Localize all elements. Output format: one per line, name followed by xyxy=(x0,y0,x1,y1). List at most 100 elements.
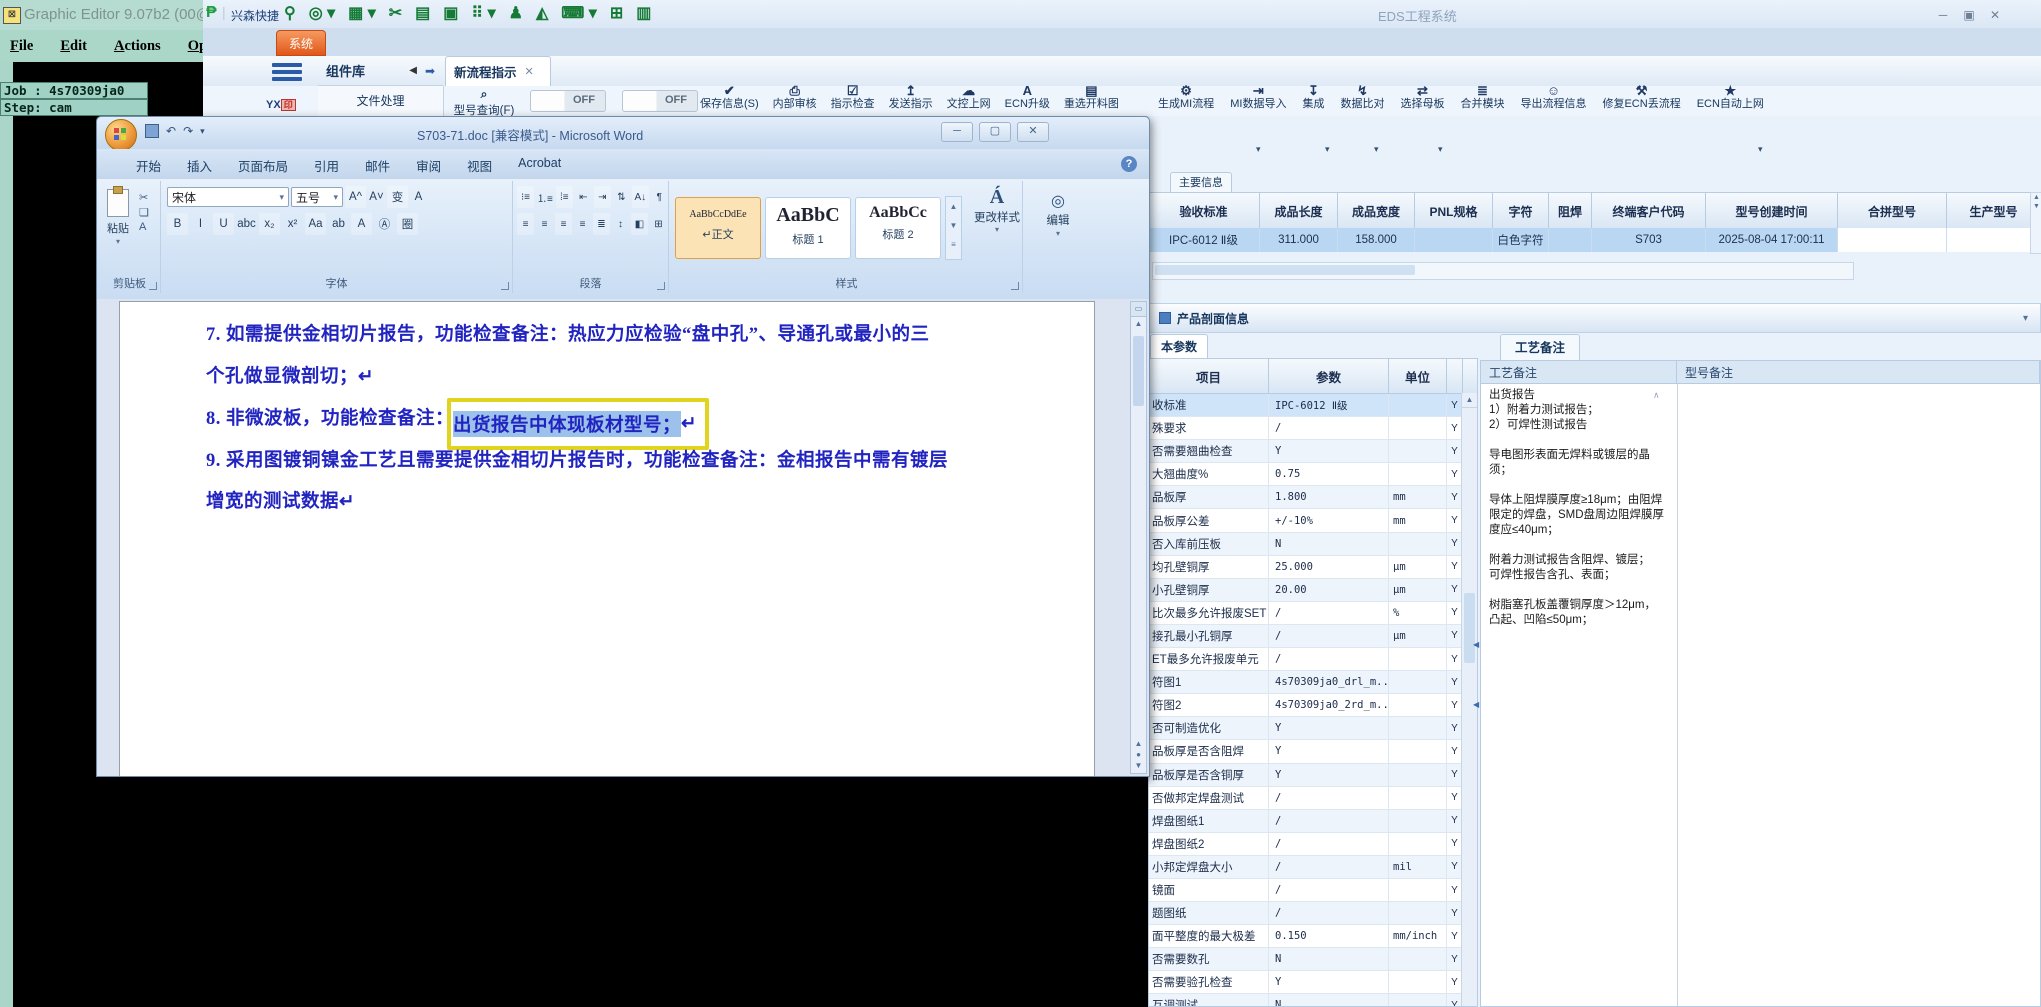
scroll-up-icon[interactable]: ▲ xyxy=(1131,317,1146,330)
font-tool-button[interactable]: 变 xyxy=(387,186,408,208)
eds-top-toolbar-icon[interactable]: ⠿ ▾ xyxy=(471,3,495,23)
param-table-row[interactable]: 小邦定焊盘大小 / mil Y xyxy=(1149,855,1477,879)
font-name-combobox[interactable]: 宋体 ▾ xyxy=(167,187,289,207)
param-table-row[interactable]: ET最多允许报废单元 / Y xyxy=(1149,648,1477,672)
eds-top-toolbar-icon[interactable]: ♟ xyxy=(509,3,523,23)
font-format-button[interactable]: x² xyxy=(282,213,303,235)
eds-top-toolbar-icon[interactable]: ⚲ xyxy=(284,3,296,23)
chevron-down-icon[interactable]: ▾ xyxy=(2023,313,2028,324)
graphic-editor-menu-item[interactable]: Edit xyxy=(60,38,87,55)
param-table-row[interactable]: 否可制造优化 Y Y xyxy=(1149,717,1477,741)
column-header[interactable]: 字符 xyxy=(1493,193,1549,229)
eds-toolbar-button[interactable]: ⇥ MI数据导入 xyxy=(1230,84,1286,111)
word-window-control-button[interactable]: ✕ xyxy=(1017,122,1049,142)
param-table-row[interactable]: 焊盘图纸2 / Y xyxy=(1149,832,1477,856)
filter-caret-icon[interactable]: ▾ xyxy=(1256,144,1261,155)
eds-top-toolbar-icon[interactable]: ▥ xyxy=(636,3,651,23)
tab-basic-params[interactable]: 本参数 xyxy=(1150,334,1209,359)
paragraph-tool-button[interactable]: A↓ xyxy=(631,186,649,208)
filter-caret-icon[interactable]: ▾ xyxy=(1758,144,1763,155)
eds-top-toolbar-icon[interactable]: ◎ ▾ xyxy=(309,3,335,23)
toggle-switch-1[interactable]: OFF xyxy=(530,90,606,112)
param-table-row[interactable]: 品板厚是否含铜厚 Y Y xyxy=(1149,763,1477,787)
eds-toolbar-button[interactable]: ↧ 集成 xyxy=(1302,84,1324,111)
column-header[interactable]: 成品宽度 xyxy=(1338,193,1415,229)
eds-toolbar-button[interactable]: ↯ 数据比对 xyxy=(1340,84,1384,111)
style-card-normal[interactable]: AaBbCcDdEe ↵正文 xyxy=(675,197,761,259)
dialog-launcher-icon[interactable] xyxy=(1011,282,1019,290)
collapse-left-icon[interactable]: ◀ xyxy=(409,65,417,76)
font-format-button[interactable]: B xyxy=(167,213,188,235)
tab-process-notes[interactable]: 工艺备注 xyxy=(1500,334,1581,361)
param-table-row[interactable]: 小孔壁铜厚 20.00 μm Y xyxy=(1149,578,1477,602)
font-size-combobox[interactable]: 五号 ▾ xyxy=(291,187,343,207)
clipboard-mini-button[interactable]: ✂ xyxy=(139,191,149,204)
graphic-editor-titlebar[interactable]: ⊠ Graphic Editor 9.07b2 (00@HY-HY xyxy=(0,0,207,30)
paragraph-tool-button[interactable]: ⇤ xyxy=(575,186,592,208)
close-icon[interactable]: ✕ xyxy=(525,65,534,78)
model-query-button[interactable]: ⌕ 型号查询(F) xyxy=(448,87,520,118)
clipboard-mini-button[interactable]: A xyxy=(139,221,149,233)
eds-toolbar-button[interactable]: ▤ 重选开料图 xyxy=(1064,84,1119,111)
eds-toolbar-button[interactable]: ☁ 文控上网 xyxy=(947,84,991,111)
filter-caret-icon[interactable]: ▾ xyxy=(1374,144,1379,155)
eds-toolbar-button[interactable]: A ECN升级 xyxy=(1005,84,1050,111)
font-tool-button[interactable]: A xyxy=(408,186,429,208)
eds-toolbar-button[interactable]: ↥ 发送指示 xyxy=(889,84,933,111)
scroll-up-icon[interactable]: ∧ xyxy=(1653,390,1660,401)
help-icon[interactable]: ? xyxy=(1121,156,1137,172)
param-table-row[interactable]: 面平整度的最大极差 0.150 mm/inch Y xyxy=(1149,925,1477,949)
param-table-row[interactable]: 否做邦定焊盘测试 / Y xyxy=(1149,786,1477,810)
styles-gallery-scrollbar[interactable]: ▲ ▼ ≡ xyxy=(945,196,962,260)
column-header[interactable]: 项目 xyxy=(1149,359,1269,393)
browse-buttons[interactable]: ▲ ● ▼ xyxy=(1131,738,1146,771)
eds-top-toolbar-icon[interactable]: ◭ xyxy=(536,3,548,23)
font-format-button[interactable]: abc xyxy=(236,213,257,235)
word-titlebar[interactable]: ↶ ↷ ▾ S703-71.doc [兼容模式] - Microsoft Wor… xyxy=(97,117,1149,151)
word-vscrollbar[interactable]: ▭ ▲ ▲ ● ▼ xyxy=(1130,301,1147,774)
eds-toolbar-button[interactable]: ≣ 合并模块 xyxy=(1460,84,1504,111)
column-header[interactable]: 型号备注 xyxy=(1677,361,2040,383)
paragraph-tool-button[interactable]: ⒈≡ xyxy=(536,186,554,208)
param-table-row[interactable]: 品板厚 1.800 mm Y xyxy=(1149,486,1477,510)
param-table-row[interactable]: 品板厚公差 +/-10% mm Y xyxy=(1149,509,1477,533)
param-table-row[interactable]: 焊盘图纸1 / Y xyxy=(1149,809,1477,833)
scrollbar-thumb[interactable] xyxy=(1133,336,1144,406)
eds-toolbar-button[interactable]: ★ ECN自动上网 xyxy=(1697,84,1764,111)
eds-toolbar-button[interactable]: ⎙ 内部审核 xyxy=(773,84,817,111)
column-header[interactable]: 参数 xyxy=(1269,359,1389,393)
word-ribbon-tab[interactable]: 开始 xyxy=(123,151,174,179)
param-table-row[interactable]: 大翘曲度% 0.75 Y xyxy=(1149,463,1477,487)
filter-caret-icon[interactable]: ▾ xyxy=(1438,144,1443,155)
param-table-row[interactable]: 题图纸 / Y xyxy=(1149,902,1477,926)
tab-new-process-instruction[interactable]: 新流程指示 ✕ xyxy=(445,56,551,86)
column-header[interactable]: 终端客户代码 xyxy=(1592,193,1706,229)
word-ribbon-tab[interactable]: 审阅 xyxy=(403,151,454,179)
param-table-row[interactable]: 镜面 / Y xyxy=(1149,878,1477,903)
tab-system[interactable]: 系统 xyxy=(276,30,326,56)
font-format-button[interactable]: 圈 xyxy=(397,213,418,235)
scroll-up-icon[interactable]: ▲ xyxy=(1462,393,1477,408)
eds-toolbar-button[interactable]: ⇄ 选择母板 xyxy=(1400,84,1444,111)
eds-top-toolbar-icon[interactable]: ✂ xyxy=(389,3,402,23)
column-header[interactable]: 生产型号 xyxy=(1947,193,2041,229)
dialog-launcher-icon[interactable] xyxy=(149,282,157,290)
style-card-heading1[interactable]: AaBbC 标题 1 xyxy=(765,197,851,259)
word-ribbon-tab[interactable]: 插入 xyxy=(174,151,225,179)
paragraph-format-button[interactable]: ≡ xyxy=(555,213,572,235)
eds-top-toolbar-icon[interactable]: ▣ xyxy=(443,3,458,23)
word-ribbon-tab[interactable]: Acrobat xyxy=(505,151,574,179)
param-table-row[interactable]: 符图2 4s70309ja0_2rd_m... Y xyxy=(1149,694,1477,718)
word-ribbon-tab[interactable]: 引用 xyxy=(301,151,352,179)
param-table-row[interactable]: 否需要验孔检查 Y Y xyxy=(1149,971,1477,995)
param-table-row[interactable]: 殊要求 / Y xyxy=(1149,417,1477,441)
splitter-collapse-icon[interactable]: ◀ xyxy=(1473,700,1479,709)
param-table-row[interactable]: 品板厚是否含阻焊 Y Y xyxy=(1149,740,1477,764)
graphic-editor-menu-item[interactable]: File xyxy=(10,38,33,55)
word-window-control-button[interactable]: ▢ xyxy=(979,122,1011,142)
column-header[interactable]: 单位 xyxy=(1389,359,1447,393)
font-tool-button[interactable]: A^ xyxy=(345,186,366,208)
word-window-control-button[interactable]: ─ xyxy=(941,122,973,142)
eds-toolbar-button[interactable]: ☺ 导出流程信息 xyxy=(1520,84,1586,111)
word-ribbon-tab[interactable]: 页面布局 xyxy=(225,151,301,179)
